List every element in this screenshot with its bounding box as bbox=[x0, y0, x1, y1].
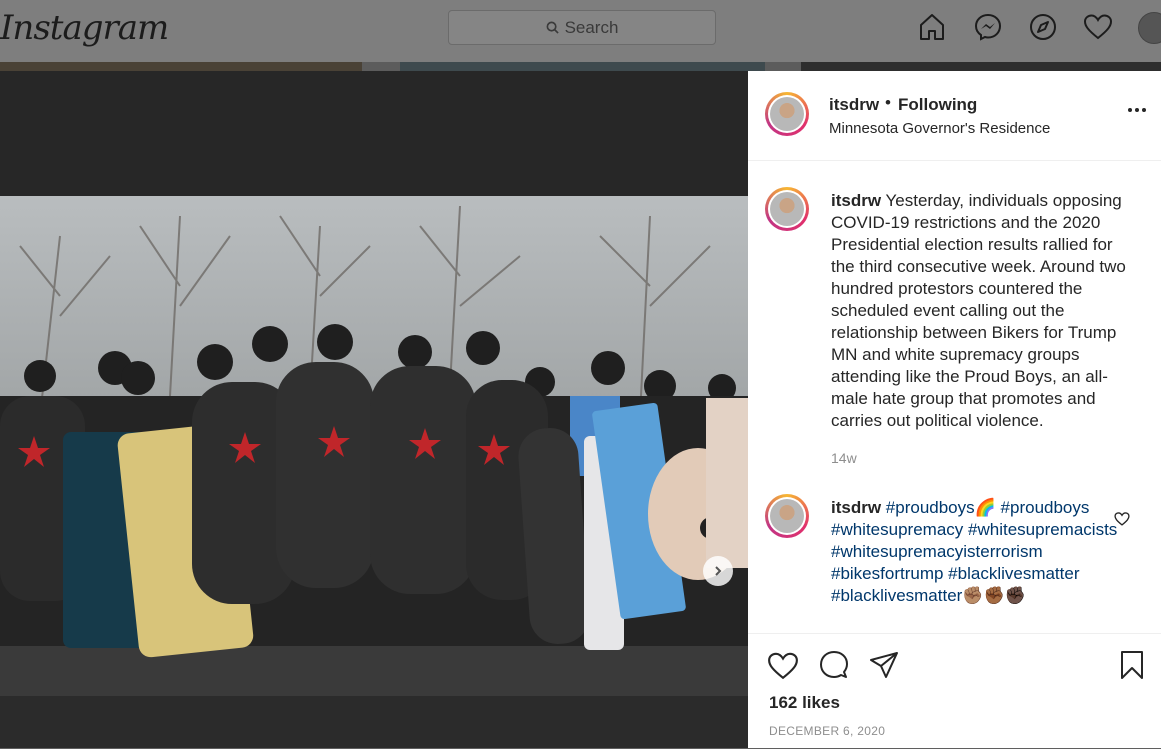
top-nav-bar: Instagram Search bbox=[0, 0, 1161, 63]
post-location[interactable]: Minnesota Governor's Residence bbox=[829, 120, 1050, 137]
post-action-bar: 162 likes DECEMBER 6, 2020 bbox=[748, 633, 1161, 749]
hashtag-link[interactable]: #whitesupremacy bbox=[831, 520, 963, 539]
post-date[interactable]: DECEMBER 6, 2020 bbox=[769, 724, 885, 738]
comment-username[interactable]: itsdrw bbox=[831, 498, 881, 517]
comment-like-heart-icon[interactable] bbox=[1114, 511, 1130, 526]
media-bottom-band bbox=[0, 696, 748, 748]
like-count[interactable]: 162 likes bbox=[769, 693, 840, 713]
home-icon[interactable] bbox=[917, 12, 947, 42]
separator-dot: • bbox=[885, 93, 891, 112]
hashtag-link[interactable]: #whitesupremacyisterrorism bbox=[831, 542, 1043, 561]
hashtag-link[interactable]: #whitesupremacists bbox=[968, 520, 1117, 539]
share-paper-plane-icon[interactable] bbox=[868, 650, 900, 680]
instagram-logo[interactable]: Instagram bbox=[0, 8, 169, 48]
media-top-band bbox=[0, 71, 748, 196]
post-header: itsdrw • Following Minnesota Governor's … bbox=[748, 71, 1161, 161]
activity-heart-icon[interactable] bbox=[1083, 12, 1113, 42]
more-options-icon[interactable] bbox=[1127, 107, 1147, 113]
messenger-icon[interactable] bbox=[973, 12, 1003, 42]
search-placeholder: Search bbox=[564, 17, 619, 37]
hashtag-link[interactable]: #blacklivesmatter bbox=[948, 564, 1079, 583]
explore-compass-icon[interactable] bbox=[1028, 12, 1058, 42]
comment-bubble-icon[interactable] bbox=[818, 650, 850, 680]
hashtag-link[interactable]: #blacklivesmatter✊🏽✊🏾✊🏿 bbox=[831, 586, 1026, 605]
caption-username[interactable]: itsdrw bbox=[831, 191, 881, 210]
caption-avatar[interactable] bbox=[765, 187, 809, 231]
post-side-panel: itsdrw • Following Minnesota Governor's … bbox=[748, 71, 1161, 748]
feed-background-strip bbox=[0, 62, 1161, 71]
following-button[interactable]: Following bbox=[898, 95, 977, 115]
save-bookmark-icon[interactable] bbox=[1118, 650, 1146, 680]
hashtag-link[interactable]: #proudboys🌈 bbox=[886, 498, 996, 517]
caption-text-block: itsdrw Yesterday, individuals opposing C… bbox=[831, 190, 1131, 432]
like-heart-icon[interactable] bbox=[767, 650, 799, 680]
chevron-right-icon bbox=[715, 566, 722, 576]
caption-text: Yesterday, individuals opposing COVID-19… bbox=[831, 191, 1126, 430]
caption-time-ago[interactable]: 14w bbox=[831, 450, 857, 466]
post-photo[interactable] bbox=[0, 196, 748, 696]
hashtag-link[interactable]: #bikesfortrump bbox=[831, 564, 943, 583]
post-media[interactable] bbox=[0, 71, 748, 748]
hashtag-link[interactable]: #proudboys bbox=[1001, 498, 1090, 517]
profile-avatar[interactable] bbox=[1138, 12, 1161, 44]
comment-text-block: itsdrw #proudboys🌈 #proudboys #whitesupr… bbox=[831, 497, 1131, 607]
comment-avatar[interactable] bbox=[765, 494, 809, 538]
author-avatar[interactable] bbox=[765, 92, 809, 136]
search-icon bbox=[546, 21, 559, 34]
protest-photo-illustration bbox=[0, 205, 748, 696]
search-box[interactable]: Search bbox=[448, 10, 716, 45]
next-slide-button[interactable] bbox=[703, 556, 733, 586]
author-username[interactable]: itsdrw bbox=[829, 95, 879, 115]
